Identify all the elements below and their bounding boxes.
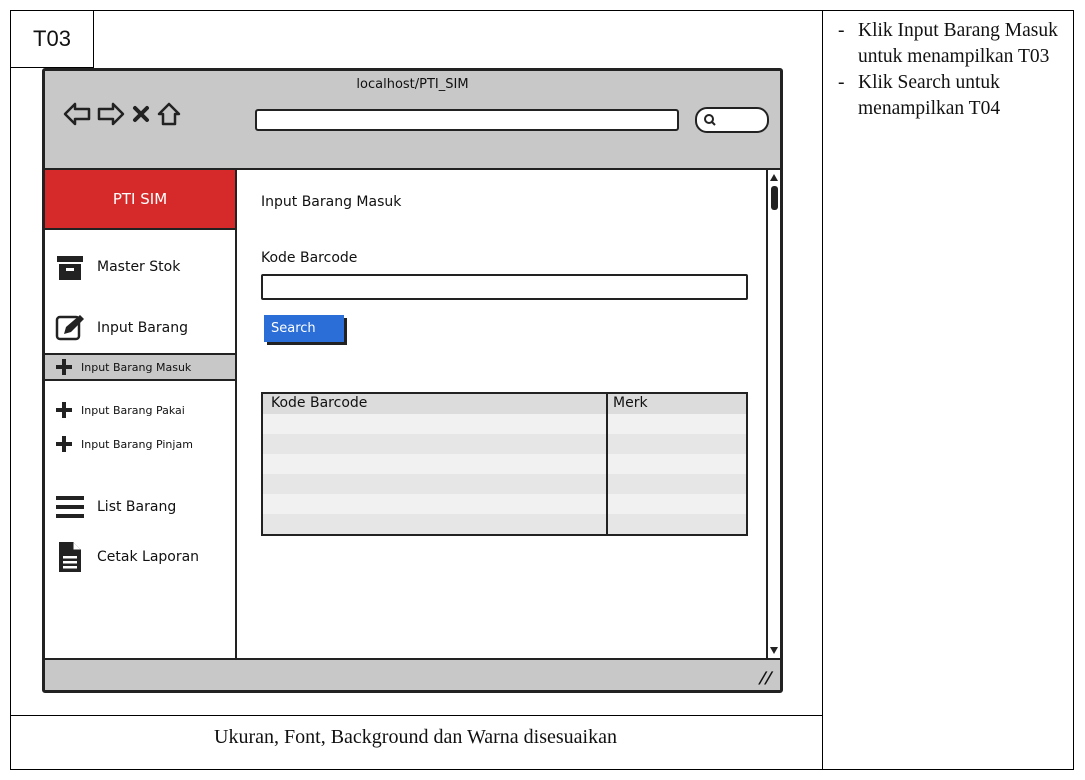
sidebar-item-label: Input Barang Pinjam: [81, 437, 193, 451]
nav-icons: [63, 101, 181, 127]
page-title: Input Barang Masuk: [261, 194, 402, 210]
data-table: Kode Barcode Merk: [261, 392, 748, 536]
note-item: Klik Search untuk menampilkan T04: [832, 70, 1072, 122]
sidebar-item-label: Master Stok: [97, 259, 181, 275]
screen-id-label: T03: [10, 10, 94, 68]
sidebar-item-input-barang[interactable]: Input Barang: [45, 303, 235, 353]
browser-window: localhost/PTI_SIM PTI SIM Master Stok In…: [42, 68, 783, 693]
close-x-icon[interactable]: [131, 101, 151, 127]
caption: Ukuran, Font, Background dan Warna dises…: [214, 726, 617, 748]
sidebar-item-label: List Barang: [97, 499, 177, 515]
page-content: PTI SIM Master Stok Input Barang Input B…: [45, 168, 780, 660]
brand-header[interactable]: PTI SIM: [45, 170, 235, 230]
column-divider: [606, 394, 608, 534]
resize-grip-icon[interactable]: //: [758, 668, 775, 687]
sidebar-item-master-stok[interactable]: Master Stok: [45, 242, 235, 292]
back-arrow-icon[interactable]: [63, 101, 91, 127]
sidebar-item-label: Input Barang Masuk: [81, 360, 192, 374]
hamburger-list-icon: [53, 490, 87, 524]
column-header-merk: Merk: [613, 395, 648, 411]
window-url-title: localhost/PTI_SIM: [356, 77, 469, 92]
status-bar: //: [45, 660, 780, 690]
search-icon: [704, 114, 716, 126]
table-row[interactable]: [263, 494, 746, 514]
sidebar-item-label: Cetak Laporan: [97, 549, 200, 565]
address-bar[interactable]: [255, 109, 679, 131]
plus-icon: [53, 399, 75, 421]
table-row[interactable]: [263, 454, 746, 474]
column-divider: [822, 11, 823, 769]
sidebar-item-label: Input Barang Pakai: [81, 403, 185, 417]
home-icon[interactable]: [157, 101, 181, 127]
archive-box-icon: [53, 250, 87, 284]
forward-arrow-icon[interactable]: [97, 101, 125, 127]
sidebar-item-input-barang-pinjam[interactable]: Input Barang Pinjam: [45, 430, 235, 458]
scroll-down-icon[interactable]: [770, 647, 778, 654]
plus-icon: [53, 356, 75, 378]
sidebar-item-label: Input Barang: [97, 320, 188, 336]
plus-icon: [53, 433, 75, 455]
scroll-up-icon[interactable]: [770, 174, 778, 181]
sidebar-item-input-barang-masuk[interactable]: Input Barang Masuk: [45, 353, 235, 381]
vertical-scrollbar[interactable]: [766, 170, 780, 658]
kode-barcode-label: Kode Barcode: [261, 250, 358, 266]
note-item: Klik Input Barang Masuk untuk menampilka…: [832, 18, 1072, 70]
kode-barcode-input[interactable]: [261, 274, 748, 300]
sidebar-item-cetak-laporan[interactable]: Cetak Laporan: [45, 532, 235, 582]
edit-pencil-icon: [53, 311, 87, 345]
browser-search-box[interactable]: [695, 107, 769, 133]
main-panel: Input Barang Masuk Kode Barcode Search K…: [261, 170, 766, 658]
table-row[interactable]: [263, 414, 746, 434]
scroll-thumb[interactable]: [771, 186, 778, 210]
sidebar: PTI SIM Master Stok Input Barang Input B…: [45, 170, 237, 658]
notes-list: Klik Input Barang Masuk untuk menampilka…: [832, 18, 1072, 122]
sidebar-item-list-barang[interactable]: List Barang: [45, 482, 235, 532]
column-header-kode-barcode: Kode Barcode: [271, 395, 368, 411]
document-icon: [53, 540, 87, 574]
search-button[interactable]: Search: [264, 315, 344, 342]
sidebar-item-input-barang-pakai[interactable]: Input Barang Pakai: [45, 396, 235, 424]
